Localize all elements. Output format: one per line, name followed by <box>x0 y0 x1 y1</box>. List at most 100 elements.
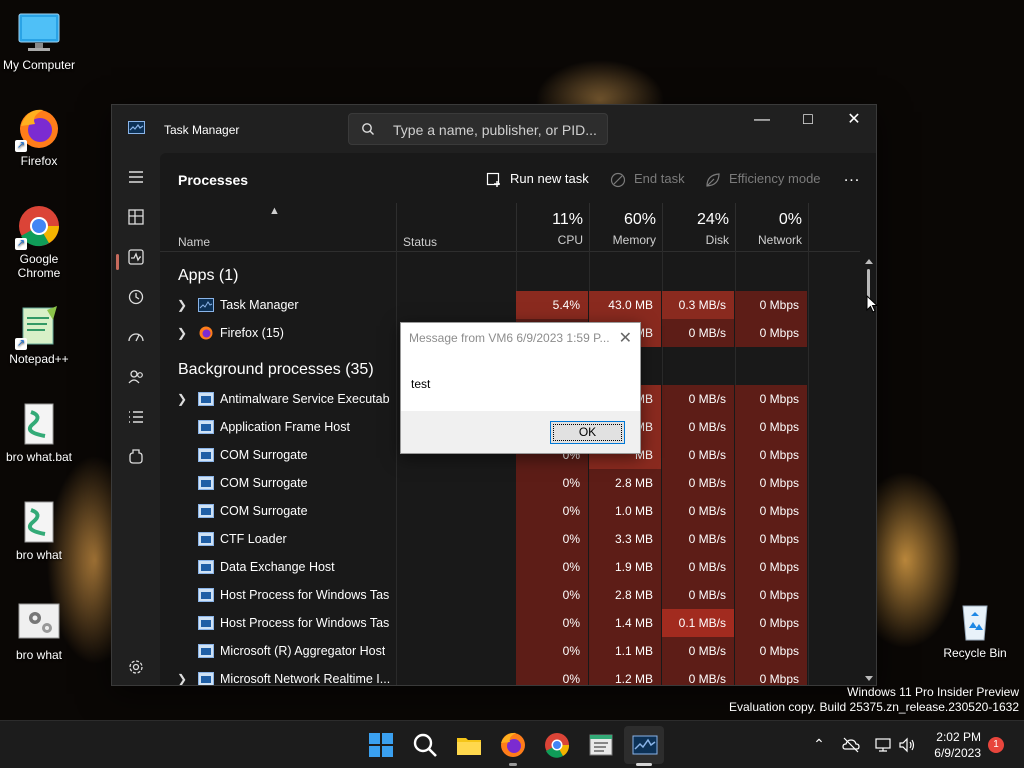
nav-active-indicator <box>116 254 119 270</box>
memory-value: 1.1 MB <box>589 637 661 665</box>
services-icon[interactable] <box>126 447 146 467</box>
ok-button[interactable]: OK <box>550 421 625 444</box>
task-manager-taskbar-icon[interactable] <box>630 730 660 760</box>
memory-value: 1.2 MB <box>589 665 661 685</box>
column-header-name[interactable]: Name <box>178 235 210 249</box>
column-header-network[interactable]: 0% Network <box>735 203 808 251</box>
leaf-icon <box>706 172 720 187</box>
efficiency-mode-button[interactable]: Efficiency mode <box>705 167 821 191</box>
column-header-cpu[interactable]: 11% CPU <box>516 203 589 251</box>
network-value: 0 Mbps <box>735 637 807 665</box>
network-value: 0 Mbps <box>735 665 807 685</box>
scroll-up-arrow-icon[interactable] <box>864 257 874 265</box>
desktop-icon-google-chrome[interactable]: ↗ Google Chrome <box>0 204 78 280</box>
system-clock[interactable]: 2:02 PM 6/9/2023 <box>925 729 981 761</box>
disk-value: 0 MB/s <box>662 469 734 497</box>
chrome-taskbar-icon[interactable] <box>542 730 572 760</box>
network-value: 0 Mbps <box>735 609 807 637</box>
volume-icon[interactable] <box>898 736 916 754</box>
navigation-sidebar <box>112 153 160 685</box>
disk-value: 0.1 MB/s <box>662 609 734 637</box>
details-icon[interactable] <box>126 407 146 427</box>
notepad-taskbar-icon[interactable] <box>586 730 616 760</box>
disk-value: 0 MB/s <box>662 319 734 347</box>
settings-gear-icon[interactable] <box>126 657 146 677</box>
batch-file-icon <box>17 500 61 544</box>
table-row[interactable]: ❯ Task Manager 5.4% 43.0 MB 0.3 MB/s 0 M… <box>160 291 860 319</box>
search-box[interactable] <box>348 113 608 145</box>
table-row[interactable]: ❯ Microsoft Network Realtime I... 0% 1.2 MB… <box>160 665 860 685</box>
expand-chevron-icon[interactable]: ❯ <box>177 392 187 406</box>
users-icon[interactable] <box>126 367 146 387</box>
dialog-close-button[interactable]: ✕ <box>619 328 632 348</box>
processes-icon[interactable] <box>126 207 146 227</box>
sort-ascending-icon: ▲ <box>269 205 280 217</box>
notification-badge[interactable]: 1 <box>988 737 1004 753</box>
computer-icon <box>17 10 61 54</box>
service-process-icon <box>198 476 214 490</box>
table-row[interactable]: Data Exchange Host 0% 1.9 MB 0 MB/s 0 Mbps <box>160 553 860 581</box>
column-header-status[interactable]: Status <box>396 203 516 251</box>
table-row[interactable]: Host Process for Windows Tasks 0% 1.4 MB 0.… <box>160 609 860 637</box>
startup-apps-icon[interactable] <box>126 327 146 347</box>
network-icon[interactable] <box>874 736 892 754</box>
maximize-button[interactable]: □ <box>785 105 831 137</box>
start-button-windows-icon[interactable] <box>366 730 396 760</box>
process-name: Antimalware Service Executable <box>220 392 390 406</box>
hamburger-menu-icon[interactable] <box>126 167 146 187</box>
app-history-icon[interactable] <box>126 287 146 307</box>
close-button[interactable]: ✕ <box>831 105 876 137</box>
process-name: Host Process for Windows Tasks <box>220 588 390 602</box>
table-row[interactable]: CTF Loader 0% 3.3 MB 0 MB/s 0 Mbps <box>160 525 860 553</box>
end-task-button[interactable]: End task <box>610 167 685 191</box>
search-input[interactable] <box>393 120 598 140</box>
cpu-value: 0% <box>516 497 588 525</box>
column-header-disk[interactable]: 24% Disk <box>662 203 735 251</box>
recycle-bin-icon <box>953 598 997 642</box>
chrome-icon: ↗ <box>15 204 61 250</box>
table-row[interactable]: COM Surrogate 0% 1.0 MB 0 MB/s 0 Mbps <box>160 497 860 525</box>
desktop-icon-firefox[interactable]: ↗ Firefox <box>0 106 78 168</box>
desktop-icon-recycle-bin[interactable]: Recycle Bin <box>936 598 1014 660</box>
onedrive-offline-icon[interactable] <box>842 736 860 754</box>
expand-chevron-icon[interactable]: ❯ <box>177 326 187 340</box>
expand-chevron-icon[interactable]: ❯ <box>177 672 187 685</box>
desktop-icon-notepad-plus-plus[interactable]: ↗ Notepad++ <box>0 304 78 366</box>
desktop-icon-bro-what-bat[interactable]: bro what.bat <box>0 402 78 464</box>
expand-chevron-icon[interactable]: ❯ <box>177 298 187 312</box>
network-value: 0 Mbps <box>735 497 807 525</box>
watermark-line-2: Evaluation copy. Build 25375.zn_release.… <box>729 700 1019 714</box>
vertical-scrollbar[interactable] <box>864 257 874 685</box>
desktop-icon-label: Google Chrome <box>17 252 61 280</box>
more-options-button[interactable]: ... <box>840 167 864 191</box>
file-explorer-icon[interactable] <box>454 730 484 760</box>
memory-value: 1.4 MB <box>589 609 661 637</box>
notepad-plus-plus-icon: ↗ <box>15 304 61 350</box>
table-row[interactable]: Microsoft (R) Aggregator Host 0% 1.1 MB 0 M… <box>160 637 860 665</box>
minimize-button[interactable]: — <box>739 105 785 137</box>
table-row[interactable]: COM Surrogate 0% 2.8 MB 0 MB/s 0 Mbps <box>160 469 860 497</box>
process-name: COM Surrogate <box>220 476 308 490</box>
table-row[interactable]: Host Process for Windows Tasks 0% 2.8 MB 0 … <box>160 581 860 609</box>
desktop-icon-bro-what[interactable]: bro what <box>0 500 78 562</box>
service-process-icon <box>198 588 214 602</box>
disk-value: 0 MB/s <box>662 553 734 581</box>
service-process-icon <box>198 532 214 546</box>
disk-value: 0 MB/s <box>662 637 734 665</box>
dialog-body: test <box>401 355 640 411</box>
performance-icon[interactable] <box>126 247 146 267</box>
run-new-task-button[interactable]: Run new task <box>486 167 589 191</box>
desktop-icon-my-computer[interactable]: My Computer <box>0 10 78 72</box>
scroll-down-arrow-icon[interactable] <box>864 675 874 683</box>
watermark-line-1: Windows 11 Pro Insider Preview <box>847 685 1019 699</box>
firefox-taskbar-icon[interactable] <box>498 730 528 760</box>
desktop-icon-bro-what-settings[interactable]: bro what <box>0 600 78 662</box>
run-new-task-icon <box>486 172 500 187</box>
column-header-memory[interactable]: 60% Memory <box>589 203 662 251</box>
process-name: Data Exchange Host <box>220 560 335 574</box>
title-bar[interactable]: Task Manager — □ ✕ <box>112 105 876 153</box>
show-hidden-icons-chevron-icon[interactable]: ⌃ <box>810 736 828 754</box>
network-label: Network <box>757 233 802 247</box>
cpu-value: 0% <box>516 553 588 581</box>
search-icon[interactable] <box>410 730 440 760</box>
